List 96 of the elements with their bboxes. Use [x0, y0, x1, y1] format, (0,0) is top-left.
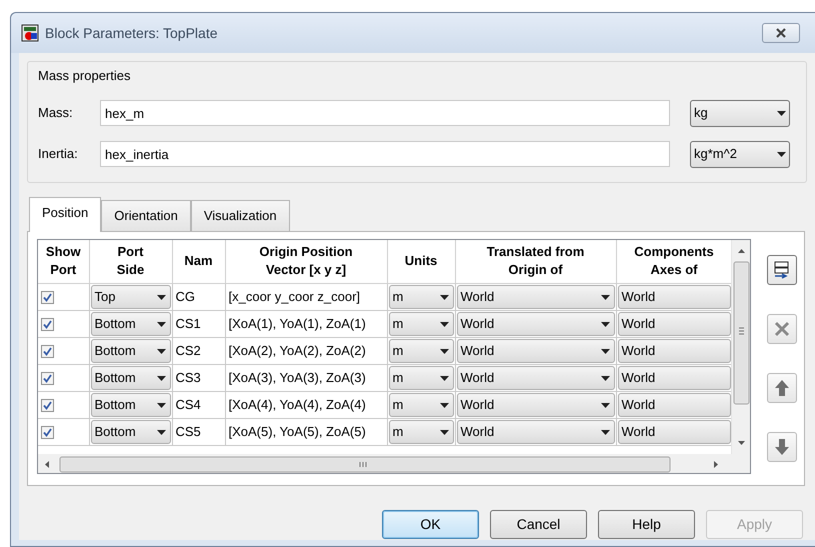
caret-icon	[156, 294, 166, 300]
caret-icon	[777, 110, 786, 116]
table-cell: [XoA(2), YoA(2), ZoA(2)	[225, 338, 387, 364]
table-cell: CS2	[172, 338, 225, 364]
group-legend: Mass properties	[38, 66, 130, 86]
port-side-dropdown[interactable]: Bottom	[90, 420, 170, 444]
close-button[interactable]	[762, 23, 800, 43]
table-cell: CS1	[172, 310, 225, 338]
column-header: Translated from Origin of	[455, 240, 616, 284]
caret-icon	[600, 376, 610, 380]
field-label: Inertia:	[38, 145, 79, 164]
unit-dropdown[interactable]: kg*m^2	[690, 140, 790, 168]
caret-icon	[600, 294, 610, 300]
delete-button[interactable]	[767, 314, 797, 344]
down-arrow-icon	[774, 438, 790, 456]
checkbox[interactable]	[41, 372, 54, 384]
dialog-button[interactable]: OK	[382, 510, 479, 538]
caret-icon	[440, 430, 448, 434]
table-cell: [XoA(1), YoA(1), ZoA(1)	[225, 310, 387, 338]
vertical-scrollbar[interactable]	[731, 240, 750, 454]
port-side-dropdown[interactable]: Bottom	[90, 312, 170, 336]
table-cell: [XoA(4), YoA(4), ZoA(4)	[225, 392, 387, 418]
checkbox[interactable]	[41, 398, 54, 412]
translated-from-dropdown[interactable]: World	[456, 366, 614, 390]
port-side-dropdown[interactable]: Bottom	[90, 339, 170, 363]
checkbox[interactable]	[41, 318, 54, 330]
table-cell: CS5	[172, 418, 225, 446]
components-dropdown[interactable]: World	[618, 339, 730, 363]
caret-icon	[440, 376, 448, 380]
caret-icon	[440, 322, 448, 326]
tab[interactable]: Orientation	[101, 200, 191, 230]
add-row-icon	[773, 260, 791, 278]
unit-dropdown[interactable]: kg	[690, 100, 790, 126]
close-icon	[774, 28, 788, 38]
window-title: Block Parameters: TopPlate	[45, 24, 218, 43]
caret-icon	[156, 376, 166, 380]
caret-icon	[440, 402, 448, 408]
caret-icon	[600, 322, 610, 326]
components-dropdown[interactable]: World	[618, 420, 730, 444]
horizontal-scrollbar[interactable]	[38, 454, 750, 472]
add-row-button[interactable]	[767, 254, 797, 284]
units-dropdown[interactable]: m	[388, 393, 454, 417]
delete-icon	[774, 320, 790, 336]
port-side-dropdown[interactable]: Bottom	[90, 366, 170, 390]
units-dropdown[interactable]: m	[388, 339, 454, 363]
translated-from-dropdown[interactable]: World	[456, 339, 614, 363]
dialog-button[interactable]: Help	[598, 510, 695, 538]
caret-icon	[777, 152, 786, 156]
table-cell: [XoA(5), YoA(5), ZoA(5)	[225, 418, 387, 446]
units-dropdown[interactable]: m	[388, 420, 454, 444]
caret-icon	[156, 322, 166, 326]
caret-icon	[156, 430, 166, 434]
units-dropdown[interactable]: m	[388, 366, 454, 390]
caret-icon	[600, 348, 610, 354]
dialog-button[interactable]: Cancel	[490, 510, 587, 538]
translated-from-dropdown[interactable]: World	[456, 393, 614, 417]
checkbox[interactable]	[41, 290, 54, 304]
port-side-dropdown[interactable]: Top	[90, 285, 170, 309]
block-icon	[21, 24, 39, 42]
units-dropdown[interactable]: m	[388, 312, 454, 336]
caret-icon	[600, 430, 610, 434]
column-header: Nam	[172, 240, 225, 284]
translated-from-dropdown[interactable]: World	[456, 285, 614, 309]
input-field[interactable]: hex_inertia	[100, 141, 670, 167]
translated-from-dropdown[interactable]: World	[456, 420, 614, 444]
tab[interactable]: Visualization	[190, 200, 290, 230]
up-arrow-icon	[774, 378, 790, 396]
components-dropdown[interactable]: World	[618, 366, 730, 390]
port-side-dropdown[interactable]: Bottom	[90, 393, 170, 417]
table-cell: [x_coor y_coor z_coor]	[225, 284, 387, 310]
caret-icon	[440, 348, 448, 354]
table-cell: [XoA(3), YoA(3), ZoA(3)	[225, 364, 387, 392]
column-header: Units	[387, 240, 455, 284]
table-cell: CG	[172, 284, 225, 310]
caret-icon	[156, 402, 166, 408]
field-label: Mass:	[38, 104, 74, 122]
tab[interactable]: Position	[29, 197, 102, 232]
checkbox[interactable]	[41, 344, 54, 358]
units-dropdown[interactable]: m	[388, 285, 454, 309]
translated-from-dropdown[interactable]: World	[456, 312, 614, 336]
column-header: Show Port	[38, 240, 89, 284]
caret-icon	[156, 348, 166, 354]
components-dropdown[interactable]: World	[618, 393, 730, 417]
components-dropdown[interactable]: World	[618, 312, 730, 336]
table-cell: CS4	[172, 392, 225, 418]
column-header: Components Axes of	[616, 240, 732, 284]
checkbox[interactable]	[41, 426, 54, 438]
components-dropdown[interactable]: World	[618, 285, 730, 309]
caret-icon	[600, 402, 610, 408]
column-header: Port Side	[89, 240, 172, 284]
column-header: Origin Position Vector [x y z]	[225, 240, 387, 284]
table-cell: CS3	[172, 364, 225, 392]
caret-icon	[440, 294, 448, 300]
input-field[interactable]: hex_m	[100, 100, 670, 126]
down-arrow-button[interactable]	[767, 432, 797, 462]
up-arrow-button[interactable]	[767, 372, 797, 402]
